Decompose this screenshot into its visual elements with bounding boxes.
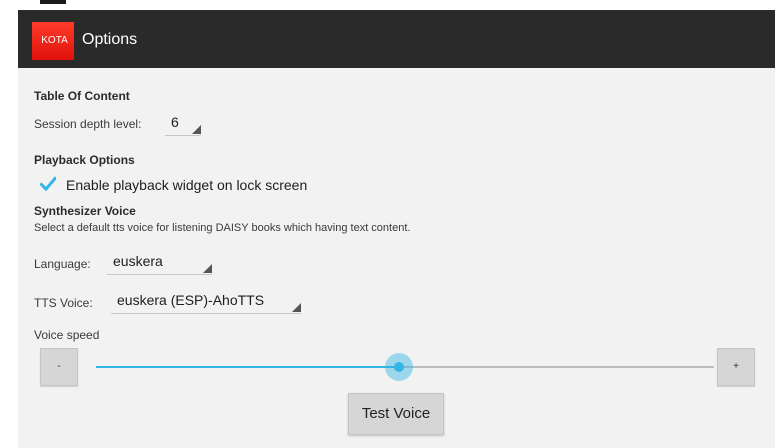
lock-widget-label[interactable]: Enable playback widget on lock screen	[66, 177, 307, 193]
language-value: euskera	[113, 253, 163, 269]
kota-logo-icon[interactable]: KOTA	[32, 22, 74, 60]
toc-header: Table Of Content	[34, 89, 130, 103]
spinner-arrow-icon	[192, 125, 201, 134]
synth-header: Synthesizer Voice	[34, 204, 136, 218]
session-depth-spinner[interactable]: 6	[165, 114, 201, 136]
spinner-arrow-icon	[292, 303, 301, 312]
voice-speed-slider[interactable]	[96, 353, 714, 381]
lock-widget-checkbox[interactable]	[39, 176, 58, 192]
speed-increase-button[interactable]: +	[717, 348, 755, 386]
voice-speed-thumb-core	[394, 362, 404, 372]
tts-voice-spinner[interactable]: euskera (ESP)-AhoTTS	[111, 292, 301, 314]
language-label: Language:	[34, 257, 91, 271]
synth-description: Select a default tts voice for listening…	[34, 222, 411, 234]
action-bar: KOTA Options	[18, 10, 775, 68]
spinner-arrow-icon	[203, 264, 212, 273]
voice-speed-label: Voice speed	[34, 328, 100, 342]
checkmark-icon	[39, 176, 58, 192]
page-title: Options	[82, 31, 138, 48]
session-depth-value: 6	[171, 114, 179, 130]
speed-decrease-button[interactable]: -	[40, 348, 78, 386]
voice-speed-fill	[96, 366, 399, 368]
tts-voice-value: euskera (ESP)-AhoTTS	[117, 292, 265, 308]
voice-speed-thumb[interactable]	[385, 353, 413, 381]
language-spinner[interactable]: euskera	[107, 253, 212, 275]
test-voice-button[interactable]: Test Voice	[348, 393, 444, 435]
status-bar	[18, 0, 775, 10]
session-depth-label: Session depth level:	[34, 117, 142, 131]
tts-voice-label: TTS Voice:	[34, 296, 93, 310]
playback-header: Playback Options	[34, 153, 135, 167]
options-screen: KOTA Options Table Of Content Session de…	[18, 0, 775, 448]
status-indicator	[40, 0, 66, 4]
